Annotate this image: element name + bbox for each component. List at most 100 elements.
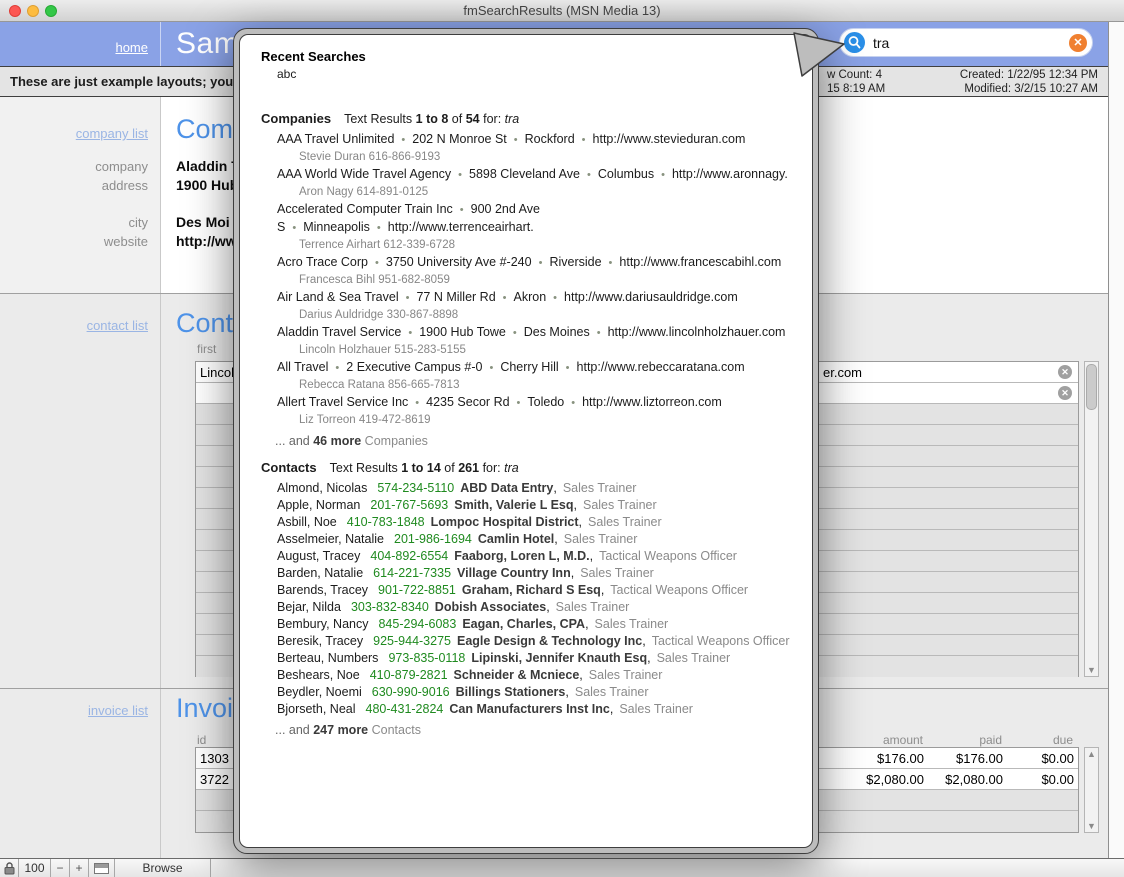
minimize-window-button[interactable] — [27, 5, 39, 17]
bullet-icon: • — [458, 169, 462, 181]
company-name: Aladdin Travel Service — [277, 325, 401, 339]
lock-icon[interactable] — [0, 859, 19, 877]
clear-search-icon[interactable]: ✕ — [1069, 34, 1087, 52]
company-address: 1900 Hub Towe — [419, 325, 506, 339]
company-result-row[interactable]: AAA Travel Unlimited•202 N Monroe St•Roc… — [277, 131, 792, 166]
company-result-line: Accelerated Computer Train Inc•900 2nd A… — [277, 201, 792, 237]
contact-title: Tactical Weapons Officer — [610, 583, 748, 597]
company-result-row[interactable]: Accelerated Computer Train Inc•900 2nd A… — [277, 201, 792, 254]
company-city: Minneapolis — [303, 220, 370, 234]
contact-result-row[interactable]: Bejar, Nilda303-832-8340Dobish Associate… — [277, 599, 792, 616]
company-contact-info: Stevie Duran 616-866-9193 — [277, 149, 792, 166]
contact-result-row[interactable]: August, Tracey404-892-6554Faaborg, Loren… — [277, 548, 792, 565]
contact-title: Sales Trainer — [595, 617, 669, 631]
comma: , — [642, 634, 645, 648]
remove-row-icon[interactable]: ✕ — [1058, 365, 1072, 379]
company-result-row[interactable]: AAA World Wide Travel Agency•5898 Clevel… — [277, 166, 792, 201]
contact-result-row[interactable]: Berteau, Numbers973-835-0118Lipinski, Je… — [277, 650, 792, 667]
window-right-gutter — [1108, 22, 1124, 877]
more-contacts-link[interactable]: ... and 247 more Contacts — [275, 722, 792, 739]
contact-result-row[interactable]: Apple, Norman201-767-5693Smith, Valerie … — [277, 497, 792, 514]
contact-result-row[interactable]: Asbill, Noe410-783-1848Lompoc Hospital D… — [277, 514, 792, 531]
home-link[interactable]: home — [0, 40, 148, 55]
comma: , — [571, 566, 574, 580]
contact-company: Dobish Associates — [435, 600, 546, 614]
scrollbar-thumb[interactable] — [1086, 364, 1097, 410]
bullet-icon: • — [609, 257, 613, 269]
contact-result-row[interactable]: Bembury, Nancy845-294-6083Eagan, Charles… — [277, 616, 792, 633]
contact-title: Tactical Weapons Officer — [599, 549, 737, 563]
company-city-field[interactable]: Des Moi — [176, 214, 230, 230]
more-companies-link[interactable]: ... and 46 more Companies — [275, 433, 792, 450]
close-window-button[interactable] — [9, 5, 21, 17]
comma: , — [554, 532, 557, 546]
company-website-field[interactable]: http://ww — [176, 233, 237, 249]
bullet-icon: • — [582, 134, 586, 146]
company-city: Rockford — [525, 132, 575, 146]
comma: , — [546, 600, 549, 614]
comma: , — [601, 583, 604, 597]
contacts-search-term: tra — [504, 461, 519, 475]
mode-selector[interactable]: Browse — [115, 859, 211, 877]
company-result-row[interactable]: Aladdin Travel Service•1900 Hub Towe•Des… — [277, 324, 792, 359]
companies-title: Companies — [261, 111, 331, 126]
contact-company: Can Manufacturers Inst Inc — [449, 702, 609, 716]
company-result-row[interactable]: All Travel•2 Executive Campus #-0•Cherry… — [277, 359, 792, 394]
contact-company: Eagle Design & Technology Inc — [457, 634, 642, 648]
bullet-icon: • — [375, 257, 379, 269]
company-result-row[interactable]: Acro Trace Corp•3750 University Ave #-24… — [277, 254, 792, 289]
contact-result-row[interactable]: Beresik, Tracey925-944-3275Eagle Design … — [277, 633, 792, 650]
contact-result-row[interactable]: Almond, Nicolas574-234-5110ABD Data Entr… — [277, 480, 792, 497]
contact-company: Eagan, Charles, CPA — [462, 617, 585, 631]
invoice-id-cell[interactable]: 1303 — [200, 751, 229, 766]
bullet-icon: • — [408, 327, 412, 339]
contact-title: Sales Trainer — [657, 651, 731, 665]
recent-searches-title: Recent Searches — [261, 49, 792, 64]
company-result-line: Allert Travel Service Inc•4235 Secor Rd•… — [277, 394, 792, 412]
company-city: Toledo — [527, 395, 564, 409]
company-website: http://www.liztorreon.com — [582, 395, 722, 409]
zoom-window-button[interactable] — [45, 5, 57, 17]
contact-website-cell[interactable]: er.com — [823, 365, 862, 380]
invoice-list-link[interactable]: invoice list — [0, 703, 148, 718]
scroll-down-icon[interactable]: ▼ — [1085, 665, 1098, 675]
invoice-section-heading: Invoi — [176, 693, 233, 724]
invoice-table-scrollbar[interactable]: ▲ ▼ — [1084, 747, 1099, 833]
contact-title: Sales Trainer — [575, 685, 649, 699]
contact-name: Bjorseth, Neal — [277, 702, 356, 716]
contacts-range: 1 to 14 — [401, 461, 441, 475]
company-name-field[interactable]: Aladdin T — [176, 158, 240, 174]
company-result-row[interactable]: Allert Travel Service Inc•4235 Secor Rd•… — [277, 394, 792, 429]
company-name: Acro Trace Corp — [277, 255, 368, 269]
contact-result-row[interactable]: Beshears, Noe410-879-2821Schneider & Mcn… — [277, 667, 792, 684]
zoom-out-icon[interactable]: − — [51, 859, 70, 877]
contact-list-link[interactable]: contact list — [0, 318, 148, 333]
zoom-in-icon[interactable]: + — [70, 859, 89, 877]
company-list-link[interactable]: company list — [0, 126, 148, 141]
contact-result-row[interactable]: Barends, Tracey901-722-8851Graham, Richa… — [277, 582, 792, 599]
search-input[interactable]: tra ✕ — [839, 28, 1093, 57]
scroll-down-icon[interactable]: ▼ — [1085, 821, 1098, 831]
invoice-id-cell[interactable]: 3722 — [200, 772, 229, 787]
contact-result-row[interactable]: Asselmeier, Natalie201-986-1694Camlin Ho… — [277, 531, 792, 548]
scroll-up-icon[interactable]: ▲ — [1085, 749, 1098, 759]
company-contact-info: Lincoln Holzhauer 515-283-5155 — [277, 342, 792, 359]
contact-result-row[interactable]: Beydler, Noemi630-990-9016Billings Stati… — [277, 684, 792, 701]
search-results-content: Recent Searches abc CompaniesText Result… — [239, 34, 813, 848]
company-city: Riverside — [549, 255, 601, 269]
remove-row-icon[interactable]: ✕ — [1058, 386, 1072, 400]
recent-search-item[interactable]: abc — [277, 67, 792, 81]
company-result-row[interactable]: Air Land & Sea Travel•77 N Miller Rd•Akr… — [277, 289, 792, 324]
contact-phone: 410-783-1848 — [347, 515, 425, 529]
contact-result-row[interactable]: Bjorseth, Neal480-431-2824Can Manufactur… — [277, 701, 792, 718]
contact-result-row[interactable]: Barden, Natalie614-221-7335Village Count… — [277, 565, 792, 582]
bullet-icon: • — [587, 169, 591, 181]
companies-results-header: CompaniesText Results 1 to 8 of 54 for: … — [261, 111, 792, 126]
contact-name: Beydler, Noemi — [277, 685, 362, 699]
company-result-line: Aladdin Travel Service•1900 Hub Towe•Des… — [277, 324, 792, 342]
company-city: Cherry Hill — [500, 360, 558, 374]
contact-table-scrollbar[interactable]: ▼ — [1084, 361, 1099, 677]
company-address-field[interactable]: 1900 Hub — [176, 177, 238, 193]
toggle-statusbar-icon[interactable] — [89, 859, 115, 877]
companies-total: 54 — [466, 112, 480, 126]
